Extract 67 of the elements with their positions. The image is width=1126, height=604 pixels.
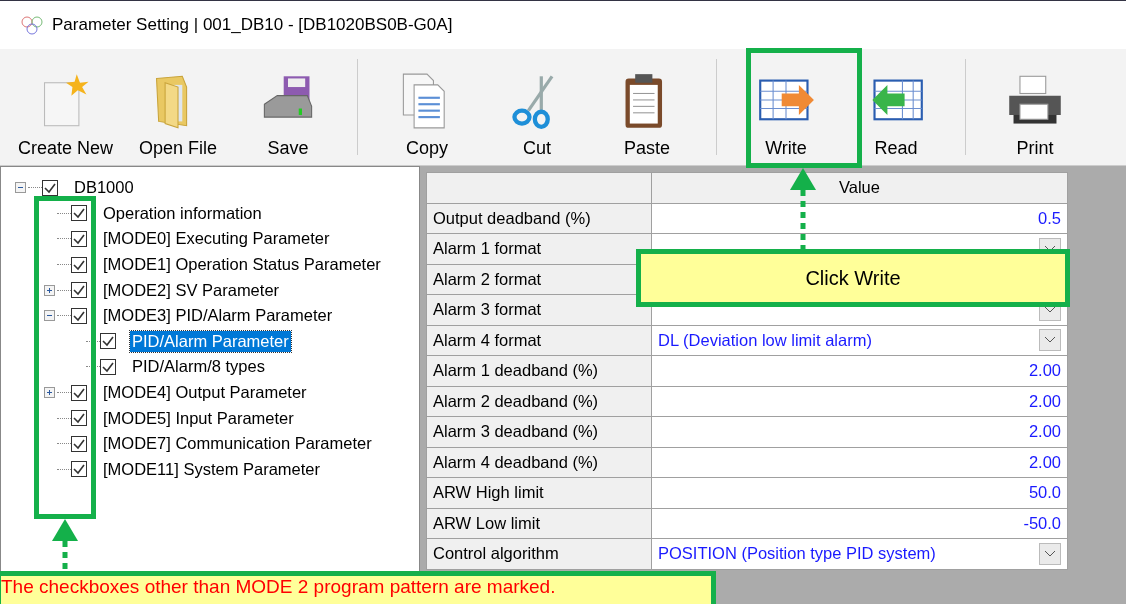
checkbox[interactable] xyxy=(71,205,87,222)
value-cell[interactable]: 2.00 xyxy=(651,386,1068,417)
dropdown-field[interactable]: POSITION (Position type PID system) xyxy=(651,538,1068,569)
tree-item[interactable]: [MODE3] PID/Alarm Parameter xyxy=(101,305,335,327)
value-cell[interactable]: 2.00 xyxy=(651,355,1068,386)
tree-item[interactable]: [MODE0] Executing Parameter xyxy=(101,228,332,250)
parameter-name: Alarm 4 deadband (%) xyxy=(426,447,652,478)
value-cell[interactable]: -50.0 xyxy=(651,508,1068,539)
tree-item[interactable]: [MODE7] Communication Parameter xyxy=(101,433,374,455)
read-button[interactable]: Read xyxy=(841,49,952,165)
arrow xyxy=(52,519,78,572)
collapse-toggle[interactable] xyxy=(44,310,55,322)
checkbox[interactable] xyxy=(71,256,87,273)
parameter-name: ARW High limit xyxy=(426,477,652,508)
tree-item[interactable]: PID/Alarm Parameter xyxy=(130,330,291,352)
tree-line xyxy=(86,340,100,342)
value-cell[interactable]: 2.00 xyxy=(651,447,1068,478)
chevron-down-icon xyxy=(1044,549,1056,558)
checkbox[interactable] xyxy=(42,179,58,196)
tree-item[interactable]: [MODE4] Output Parameter xyxy=(101,382,309,404)
parameter-name: Alarm 2 deadband (%) xyxy=(426,386,652,417)
callout-note: The checkboxes other than MODE 2 program pattern are marked. xyxy=(0,571,716,604)
checkbox[interactable] xyxy=(71,410,87,427)
tree-item[interactable]: [MODE1] Operation Status Parameter xyxy=(101,254,383,276)
parameter-name: Alarm 4 format xyxy=(426,325,652,356)
value-cell[interactable]: 2.00 xyxy=(651,416,1068,447)
value-cell[interactable]: 0.5 xyxy=(651,203,1068,234)
checkbox[interactable] xyxy=(71,461,87,478)
checkbox[interactable] xyxy=(71,307,87,324)
window-title: Parameter Setting | 001_DB10 - [DB1020BS0B-G0A] xyxy=(52,15,453,35)
expand-toggle[interactable] xyxy=(44,284,55,296)
parameter-name: ARW Low limit xyxy=(426,508,652,539)
collapse-toggle[interactable] xyxy=(15,182,26,194)
tree-item[interactable]: DB1000 xyxy=(72,177,136,199)
checkbox[interactable] xyxy=(100,333,116,350)
parameter-name: Alarm 3 format xyxy=(426,294,652,325)
parameter-name: Output deadband (%) xyxy=(426,203,652,234)
expand-toggle[interactable] xyxy=(44,387,55,399)
parameter-name: Alarm 1 deadband (%) xyxy=(426,355,652,386)
tree-item[interactable]: [MODE11] System Parameter xyxy=(101,458,322,480)
value-cell[interactable]: 50.0 xyxy=(651,477,1068,508)
new-button[interactable]: Create New xyxy=(8,49,124,165)
open-button[interactable]: Open File xyxy=(123,49,234,165)
checkbox[interactable] xyxy=(71,231,87,247)
tree-item[interactable]: [MODE5] Input Parameter xyxy=(101,407,296,429)
parameter-name: Alarm 3 deadband (%) xyxy=(426,416,652,447)
dropdown-field[interactable]: DL (Deviation low limit alarm) xyxy=(651,325,1068,356)
tree-item[interactable]: [MODE2] SV Parameter xyxy=(101,279,282,301)
instruction-tooltip: Click Write xyxy=(636,249,1070,307)
parameter-name: Alarm 1 format xyxy=(426,233,652,264)
checkbox[interactable] xyxy=(100,358,116,375)
tree-item[interactable]: PID/Alarm/8 types xyxy=(130,356,267,378)
tree-item[interactable]: Operation information xyxy=(101,202,264,224)
checkbox[interactable] xyxy=(71,435,87,452)
chevron-down-icon xyxy=(1044,336,1056,345)
copy-button[interactable]: Copy xyxy=(372,49,483,165)
checkbox[interactable] xyxy=(71,384,87,401)
print-button[interactable]: Print xyxy=(980,49,1091,165)
tree-line xyxy=(86,366,100,368)
paste-button[interactable]: Paste xyxy=(592,49,703,165)
checkbox[interactable] xyxy=(71,282,87,299)
cut-button[interactable]: Cut xyxy=(482,49,593,165)
parameter-name: Control algorithm xyxy=(426,538,652,569)
app-icon xyxy=(20,15,44,35)
save-button[interactable]: Save xyxy=(233,49,344,165)
column-header: Value xyxy=(651,172,1068,203)
write-button[interactable]: Write xyxy=(731,49,842,165)
